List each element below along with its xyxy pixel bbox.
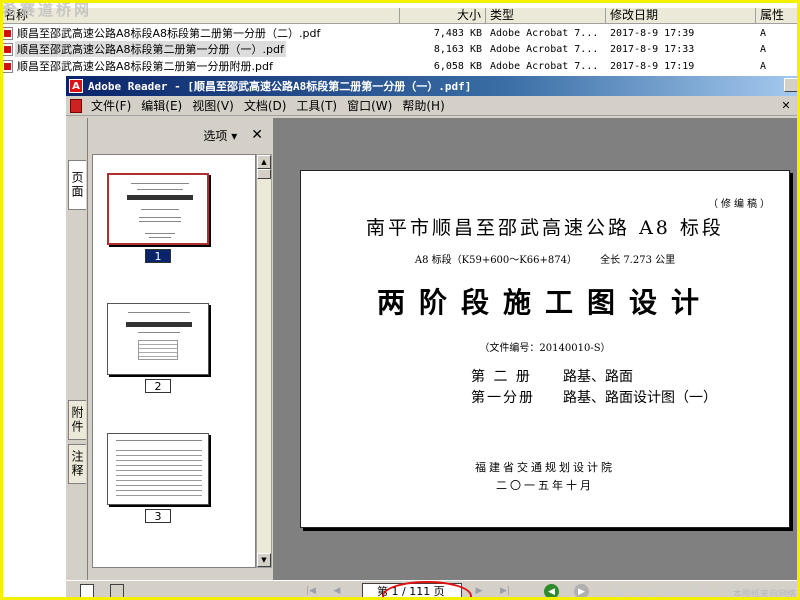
status-bar: |◀ ◀ 第 1 / 111 页 ▶ ▶| ◀ ▶ www.cadtu.com …: [66, 580, 800, 600]
section-length: 全长 7.273 公里: [600, 255, 676, 266]
menu-window[interactable]: 窗口(W): [342, 97, 397, 114]
column-attr[interactable]: 属性: [756, 8, 800, 24]
section-info: A8 标段（K59+600～K66+874） 全长 7.273 公里: [301, 251, 789, 266]
page-thumbnail[interactable]: [107, 303, 209, 375]
file-row[interactable]: 顺昌至邵武高速公路A8标段A8标段第二册第一分册（二）.pdf 7,483 KB…: [0, 25, 800, 41]
pages-panel: 选项 ▾ ✕ 1 2 3 ▲ ▼: [88, 118, 274, 580]
organization-block: 福建省交通规划设计院 二〇一五年十月: [301, 459, 789, 495]
thumbnail-page-number[interactable]: 1: [145, 249, 171, 263]
file-size: 7,483 KB: [433, 27, 482, 39]
document-title: 两阶段施工图设计: [376, 286, 713, 319]
watermark-subtext: 本图纸来自网络: [732, 590, 796, 600]
close-panel-icon[interactable]: ✕: [251, 127, 263, 143]
project-name: 南平市顺昌至邵武高速公路 A8 标段: [366, 217, 724, 239]
file-name: 顺昌至邵武高速公路A8标段A8标段第二册第一分册（二）.pdf: [17, 27, 321, 40]
file-attr: A: [760, 60, 767, 72]
volume-label: 第 二 册: [471, 369, 532, 385]
file-row-selected[interactable]: 顺昌至邵武高速公路A8标段第二册第一分册（一）.pdf 8,163 KB Ado…: [0, 41, 800, 57]
scrollbar-thumb[interactable]: [257, 169, 271, 179]
first-page-icon[interactable]: |◀: [304, 585, 318, 597]
next-page-icon[interactable]: ▶: [472, 585, 486, 597]
pdf-document-icon[interactable]: [70, 98, 82, 113]
page-layout-icon[interactable]: [80, 584, 94, 598]
pdf-page[interactable]: （修编稿） 南平市顺昌至邵武高速公路 A8 标段 A8 标段（K59+600～K…: [300, 170, 790, 528]
scroll-down-icon[interactable]: ▼: [257, 553, 271, 567]
save-icon[interactable]: [110, 584, 124, 598]
file-name: 顺昌至邵武高速公路A8标段第二册第一分册附册.pdf: [17, 60, 273, 73]
tab-attachments[interactable]: 附件: [68, 400, 86, 440]
close-document-icon[interactable]: ✕: [780, 99, 792, 112]
go-back-icon[interactable]: ◀: [544, 584, 559, 599]
column-header-row: 名称 大小 类型 修改日期 属性: [0, 8, 800, 24]
menu-file[interactable]: 文件(F): [86, 97, 136, 114]
subvolume-text: 路基、路面设计图（一）: [563, 390, 717, 406]
file-size: 6,058 KB: [433, 60, 482, 72]
edition-label: （修编稿）: [708, 199, 773, 210]
adobe-reader-window: A Adobe Reader - [顺昌至邵武高速公路A8标段第二册第一分册（一…: [66, 76, 800, 600]
file-date: 2017-8-9 17:33: [610, 43, 695, 55]
page-thumbnail[interactable]: [107, 433, 209, 505]
file-size: 8,163 KB: [433, 43, 482, 55]
file-row[interactable]: 顺昌至邵武高速公路A8标段第二册第一分册附册.pdf 6,058 KB Adob…: [0, 58, 800, 74]
pdf-file-icon: [2, 59, 13, 73]
file-type: Adobe Acrobat 7...: [490, 43, 599, 55]
menu-document[interactable]: 文档(D): [239, 97, 292, 114]
menu-help[interactable]: 帮助(H): [397, 97, 449, 114]
window-control-button[interactable]: [784, 78, 798, 92]
file-attr: A: [760, 43, 767, 55]
file-date: 2017-8-9 17:19: [610, 60, 695, 72]
file-number: （文件编号：20140010-S）: [479, 343, 611, 354]
options-dropdown[interactable]: 选项 ▾: [203, 127, 237, 144]
menu-tools[interactable]: 工具(T): [291, 97, 342, 114]
pdf-file-icon: [2, 26, 13, 40]
thumbnail-list: 1 2 3: [92, 154, 256, 568]
column-size[interactable]: 大小: [400, 8, 486, 24]
previous-page-icon[interactable]: ◀: [330, 585, 344, 597]
section-range: A8 标段（K59+600～K66+874）: [414, 255, 577, 266]
file-date: 2017-8-9 17:39: [610, 27, 695, 39]
column-type[interactable]: 类型: [486, 8, 606, 24]
scroll-up-icon[interactable]: ▲: [257, 155, 271, 169]
volume-text: 路基、路面: [563, 369, 633, 385]
go-forward-icon[interactable]: ▶: [574, 584, 589, 599]
last-page-icon[interactable]: ▶|: [498, 585, 512, 597]
thumbnail-page-number[interactable]: 3: [145, 509, 171, 523]
navigation-tabs: 页面 附件 注释: [66, 118, 88, 580]
panel-header: 选项 ▾ ✕: [88, 118, 273, 152]
file-type: Adobe Acrobat 7...: [490, 27, 599, 39]
pdf-file-icon: [2, 42, 13, 56]
column-date[interactable]: 修改日期: [606, 8, 756, 24]
watermark-text: 希赛道桥网: [2, 1, 93, 19]
organization-name: 福建省交通规划设计院: [475, 461, 615, 474]
thumbnail-page-number[interactable]: 2: [145, 379, 171, 393]
tab-pages[interactable]: 页面: [68, 160, 86, 210]
menu-view[interactable]: 视图(V): [187, 97, 239, 114]
publish-date: 二〇一五年十月: [496, 479, 594, 492]
volume-info: 第 二 册 路基、路面 第一分册 路基、路面设计图（一）: [471, 367, 717, 409]
page-number-input[interactable]: 第 1 / 111 页: [362, 583, 462, 599]
reader-title-bar[interactable]: A Adobe Reader - [顺昌至邵武高速公路A8标段第二册第一分册（一…: [66, 76, 800, 96]
file-type: Adobe Acrobat 7...: [490, 60, 599, 72]
file-name: 顺昌至邵武高速公路A8标段第二册第一分册（一）.pdf: [15, 41, 286, 57]
menu-bar: 文件(F) 编辑(E) 视图(V) 文档(D) 工具(T) 窗口(W) 帮助(H…: [66, 96, 800, 116]
menu-edit[interactable]: 编辑(E): [136, 97, 187, 114]
file-explorer: 希赛道桥网 名称 大小 类型 修改日期 属性 顺昌至邵武高速公路A8标段A8标段…: [0, 0, 800, 76]
tab-comments[interactable]: 注释: [68, 444, 86, 484]
page-thumbnail[interactable]: [107, 173, 209, 245]
thumbnail-scrollbar[interactable]: ▲ ▼: [256, 154, 272, 568]
subvolume-label: 第一分册: [471, 390, 535, 406]
document-view: （修编稿） 南平市顺昌至邵武高速公路 A8 标段 A8 标段（K59+600～K…: [274, 118, 800, 580]
adobe-reader-logo-icon: A: [69, 79, 83, 93]
file-attr: A: [760, 27, 767, 39]
window-title: Adobe Reader - [顺昌至邵武高速公路A8标段第二册第一分册（一）.…: [88, 80, 472, 93]
